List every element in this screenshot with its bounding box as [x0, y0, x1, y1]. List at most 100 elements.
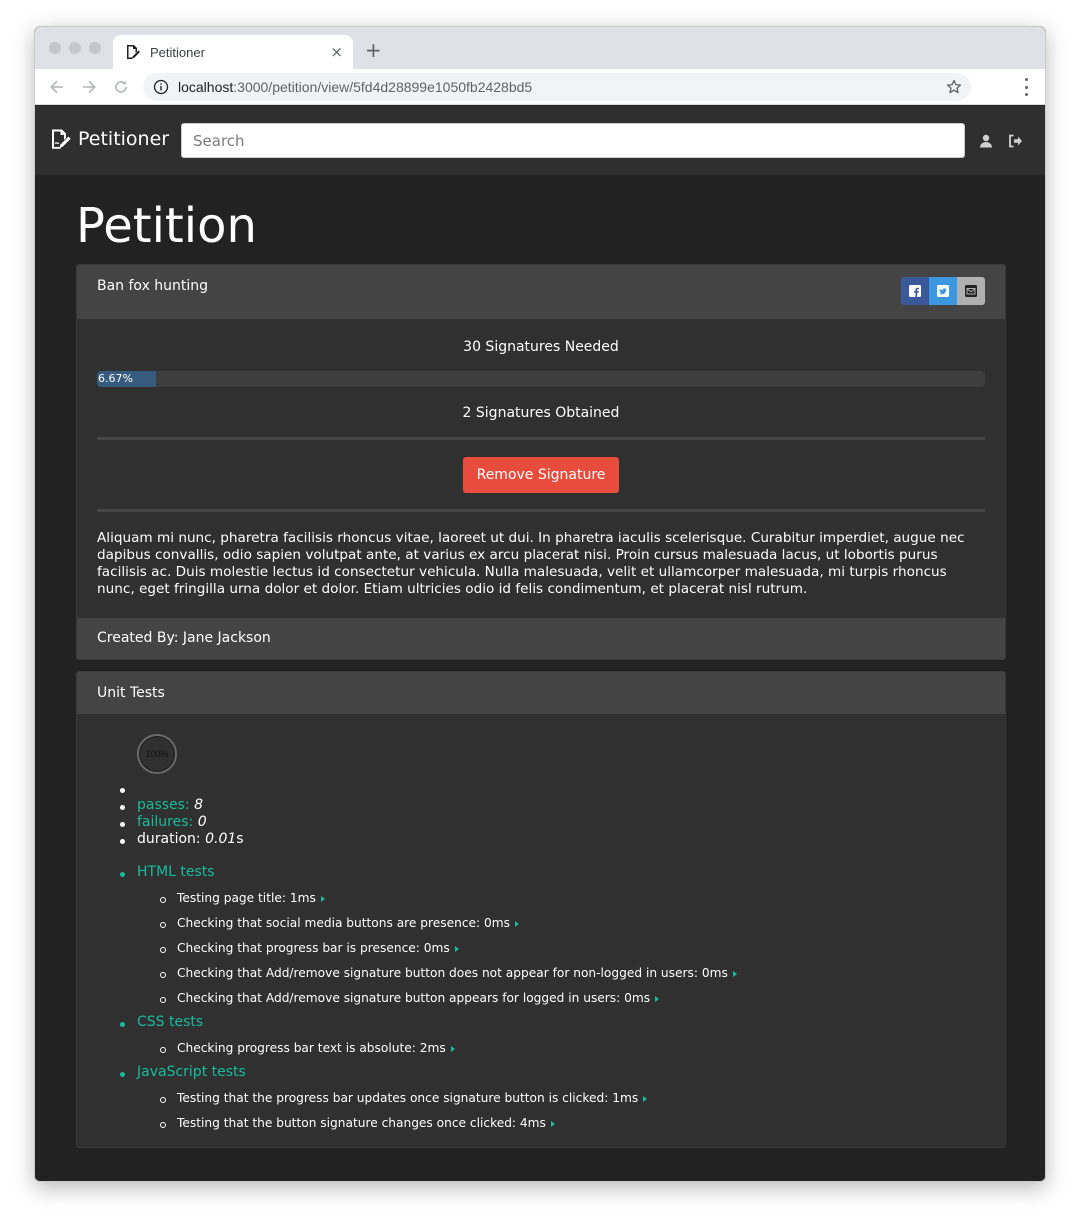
share-buttons	[901, 277, 985, 305]
test-title: Testing that the progress bar updates on…	[177, 1091, 639, 1105]
test-item[interactable]: Testing that the progress bar updates on…	[177, 1091, 648, 1105]
list-bullet	[160, 1097, 166, 1103]
list-bullet	[160, 897, 166, 903]
app-root: Petitioner Petition Ban fox hunting	[35, 106, 1045, 1181]
remove-signature-button[interactable]: Remove Signature	[463, 457, 619, 493]
signatures-needed: 30 Signatures Needed	[463, 339, 619, 355]
duration-label: duration:	[137, 831, 201, 847]
address-bar[interactable]: localhost:3000/petition/view/5fd4d28899e…	[143, 73, 971, 101]
suite-css-tests[interactable]: CSS tests	[137, 1014, 203, 1030]
caret-right-icon	[454, 945, 459, 952]
suite-javascript-tests[interactable]: JavaScript tests	[137, 1064, 246, 1080]
url-text: localhost:3000/petition/view/5fd4d28899e…	[178, 79, 961, 95]
maximize-window-button[interactable]	[89, 42, 101, 54]
test-title: Checking that social media buttons are p…	[177, 916, 511, 930]
browser-tab[interactable]: Petitioner ×	[113, 35, 353, 69]
suite-html-tests[interactable]: HTML tests	[137, 864, 215, 880]
email-share-button[interactable]	[957, 277, 985, 305]
petition-name: Ban fox hunting	[97, 278, 209, 294]
test-item[interactable]: Testing that the button signature change…	[177, 1116, 555, 1130]
test-title: Checking that Add/remove signature butto…	[177, 991, 651, 1005]
facebook-icon	[909, 285, 921, 297]
petitioner-favicon-icon	[125, 44, 141, 60]
test-title: Checking progress bar text is absolute: …	[177, 1041, 446, 1055]
browser-window: Petitioner × + localhost:3000/petition/v…	[34, 26, 1046, 1182]
failures-stat[interactable]: failures: 0	[137, 814, 207, 831]
new-tab-button[interactable]: +	[365, 40, 382, 60]
page-title: Petition	[76, 198, 257, 254]
test-item[interactable]: Checking that social media buttons are p…	[177, 916, 520, 930]
list-bullet	[160, 997, 166, 1003]
progress-ring-label: 100%	[145, 749, 169, 759]
list-bullet	[160, 1047, 166, 1053]
list-bullet	[120, 1022, 125, 1027]
caret-right-icon	[320, 895, 325, 902]
site-info-icon[interactable]	[153, 79, 169, 95]
divider	[97, 509, 985, 512]
created-by: Created By: Jane Jackson	[97, 630, 271, 646]
sign-out-icon[interactable]	[1007, 133, 1023, 149]
test-title: Testing page title: 1ms	[177, 891, 316, 905]
test-item[interactable]: Checking that Add/remove signature butto…	[177, 966, 737, 980]
test-progress-ring: 100%	[137, 734, 177, 774]
duration-value: 0.01	[205, 831, 237, 847]
brand-link[interactable]: Petitioner	[50, 128, 169, 150]
petition-description: Aliquam mi nunc, pharetra facilisis rhon…	[97, 530, 965, 597]
duration-unit: s	[236, 831, 244, 847]
list-bullet	[120, 872, 125, 877]
test-title: Testing that the button signature change…	[177, 1116, 546, 1130]
search-input[interactable]	[181, 123, 965, 158]
twitter-icon	[937, 285, 949, 297]
bookmark-star-icon[interactable]	[945, 78, 963, 96]
tab-strip: Petitioner × +	[35, 27, 1045, 69]
test-item[interactable]: Testing page title: 1ms	[177, 891, 325, 905]
caret-right-icon	[643, 1095, 648, 1102]
back-arrow-icon[interactable]	[48, 78, 66, 96]
facebook-share-button[interactable]	[901, 277, 929, 305]
reload-icon[interactable]	[112, 78, 130, 96]
caret-right-icon	[732, 970, 737, 977]
list-bullet	[120, 1072, 125, 1077]
passes-value: 8	[194, 797, 204, 813]
progress-label: 6.67%	[98, 372, 133, 385]
test-item[interactable]: Checking that Add/remove signature butto…	[177, 991, 660, 1005]
test-title: Checking that Add/remove signature butto…	[177, 966, 728, 980]
test-title: Checking that progress bar is presence: …	[177, 941, 450, 955]
list-bullet	[160, 922, 166, 928]
passes-label: passes:	[137, 797, 190, 813]
url-host: localhost	[178, 79, 234, 95]
list-bullet	[120, 788, 125, 793]
app-navbar: Petitioner	[35, 106, 1045, 175]
caret-right-icon	[655, 995, 660, 1002]
petitioner-logo-icon	[52, 129, 71, 149]
url-path: :3000/petition/view/5fd4d28899e1050fb242…	[233, 79, 533, 95]
tab-title: Petitioner	[150, 44, 205, 60]
failures-value: 0	[197, 814, 207, 830]
caret-right-icon	[550, 1120, 555, 1127]
unit-tests-title: Unit Tests	[97, 685, 165, 701]
twitter-share-button[interactable]	[929, 277, 957, 305]
signature-progress-bar: 6.67%	[97, 371, 985, 387]
forward-arrow-icon[interactable]	[80, 78, 98, 96]
duration-stat: duration: 0.01s	[137, 831, 244, 848]
minimize-window-button[interactable]	[69, 42, 81, 54]
passes-stat[interactable]: passes: 8	[137, 797, 203, 814]
brand-name: Petitioner	[78, 128, 170, 150]
caret-right-icon	[515, 920, 520, 927]
caret-right-icon	[450, 1045, 455, 1052]
user-icon[interactable]	[978, 133, 994, 149]
test-item[interactable]: Checking progress bar text is absolute: …	[177, 1041, 455, 1055]
tab-close-icon[interactable]: ×	[330, 44, 343, 60]
test-item[interactable]: Checking that progress bar is presence: …	[177, 941, 459, 955]
unit-tests-header: Unit Tests	[77, 672, 1005, 714]
list-bullet	[160, 947, 166, 953]
signatures-obtained: 2 Signatures Obtained	[462, 405, 620, 421]
list-bullet	[160, 1122, 166, 1128]
list-bullet	[120, 839, 125, 844]
browser-menu-icon[interactable]	[1023, 78, 1029, 96]
petition-card: Ban fox hunting 30 Signatures Needed 6.6…	[76, 264, 1006, 660]
envelope-icon	[965, 285, 977, 297]
close-window-button[interactable]	[49, 42, 61, 54]
petition-header: Ban fox hunting	[77, 265, 1005, 319]
browser-toolbar: localhost:3000/petition/view/5fd4d28899e…	[35, 69, 1045, 105]
